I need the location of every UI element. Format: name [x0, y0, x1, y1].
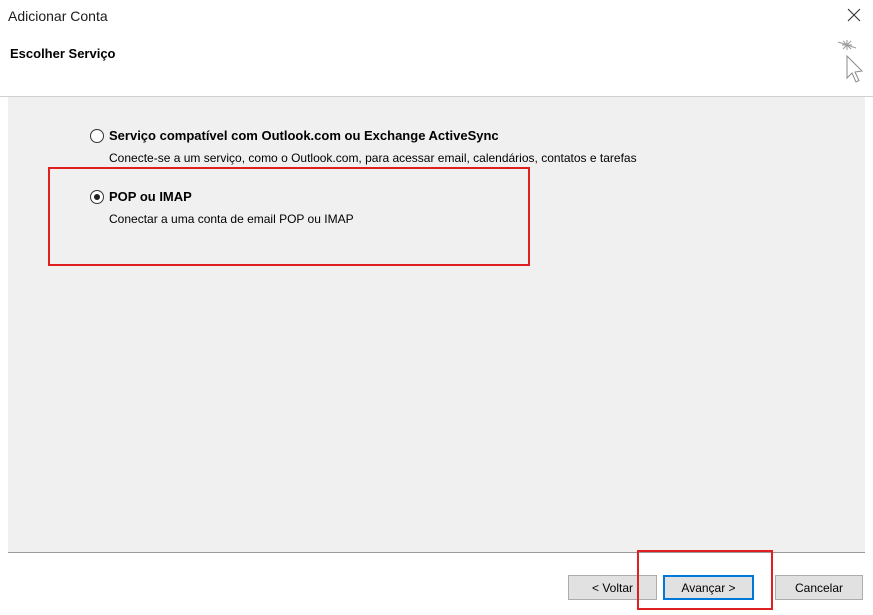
cancel-button[interactable]: Cancelar: [775, 575, 863, 600]
next-button[interactable]: Avançar >: [663, 575, 754, 600]
option-title: POP ou IMAP: [109, 189, 192, 204]
close-icon: [847, 8, 861, 22]
back-button-label: < Voltar: [591, 580, 634, 595]
content-area: [8, 97, 865, 552]
radio-pop-imap[interactable]: [90, 189, 104, 204]
footer-divider-highlight: [8, 553, 865, 554]
back-button[interactable]: < Voltar: [568, 575, 657, 600]
wizard-cursor-icon: [837, 40, 864, 83]
next-button-label: Avançar >: [681, 580, 736, 595]
cancel-button-label: Cancelar: [794, 580, 844, 595]
option-pop-imap[interactable]: POP ou IMAP Conectar a uma conta de emai…: [90, 189, 354, 226]
page-heading: Escolher Serviço: [10, 46, 116, 61]
option-outlook-exchange[interactable]: Serviço compatível com Outlook.com ou Ex…: [90, 128, 637, 165]
option-description: Conecte-se a um serviço, como o Outlook.…: [109, 151, 637, 165]
radio-outlook-exchange[interactable]: [90, 128, 104, 143]
close-button[interactable]: [843, 4, 865, 26]
option-title: Serviço compatível com Outlook.com ou Ex…: [109, 128, 499, 143]
option-description: Conectar a uma conta de email POP ou IMA…: [109, 212, 354, 226]
window-title: Adicionar Conta: [8, 8, 108, 24]
